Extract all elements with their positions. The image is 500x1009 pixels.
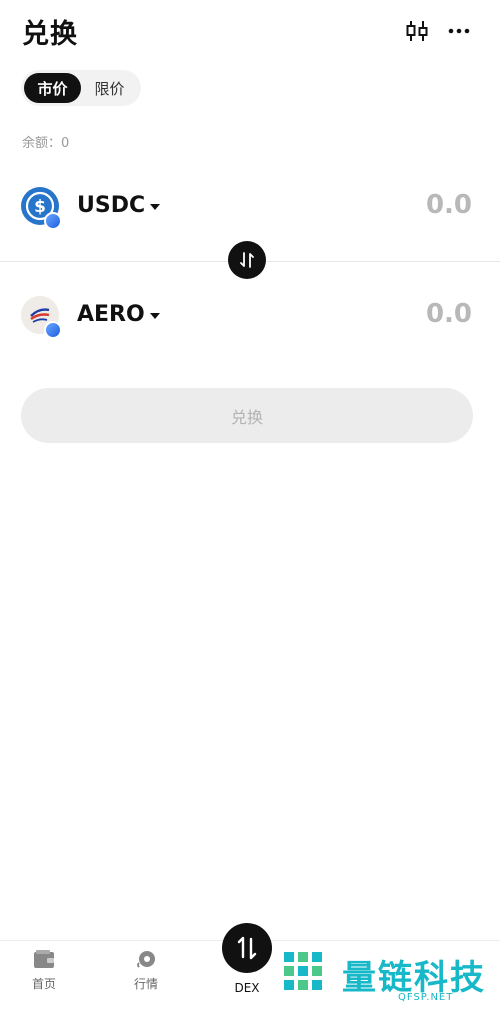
svg-text:$: $ [34, 197, 46, 217]
nav-label-home: 首页 [31, 977, 56, 991]
swap-arrows-icon [237, 936, 257, 960]
swap-direction-icon [240, 252, 254, 268]
chevron-down-icon[interactable] [150, 313, 160, 319]
chevron-down-icon[interactable] [150, 204, 160, 210]
nav-label-market: 行情 [133, 977, 158, 991]
page-title: 兑换 [22, 19, 78, 50]
from-token-row: $ USDC [0, 176, 500, 236]
swap-button[interactable]: 兑换 [21, 388, 473, 443]
nav-item-market[interactable]: 行情 [116, 949, 176, 992]
nav-item-home[interactable]: 首页 [14, 949, 74, 992]
balance-label: 余额： [22, 136, 62, 151]
tab-limit-order[interactable]: 限价 [81, 73, 138, 103]
from-token-symbol[interactable]: USDC [77, 193, 145, 218]
tab-market-order[interactable]: 市价 [24, 73, 81, 103]
switch-tokens-button[interactable] [228, 241, 266, 279]
to-token-row: AERO [0, 285, 500, 345]
watermark: 量链科技 QFSP.NET [280, 946, 500, 1006]
nav-label-dex: DEX [234, 981, 260, 995]
chain-badge-icon [44, 321, 62, 339]
more-dots-icon[interactable] [446, 18, 472, 44]
to-token-symbol[interactable]: AERO [77, 302, 145, 327]
balance-value: 0 [61, 136, 70, 151]
nav-item-dex[interactable] [222, 923, 272, 973]
to-amount-input[interactable] [352, 299, 472, 329]
chain-badge-icon [44, 212, 62, 230]
candlestick-chart-icon[interactable] [404, 18, 430, 44]
order-type-toggle: 市价 限价 [21, 70, 141, 106]
market-icon [137, 951, 155, 968]
from-amount-input[interactable] [352, 190, 472, 220]
watermark-logo-icon [284, 952, 322, 990]
balance-display: 余额：0 [22, 132, 69, 151]
wallet-icon [34, 950, 54, 968]
watermark-subtext: QFSP.NET [398, 992, 454, 1003]
